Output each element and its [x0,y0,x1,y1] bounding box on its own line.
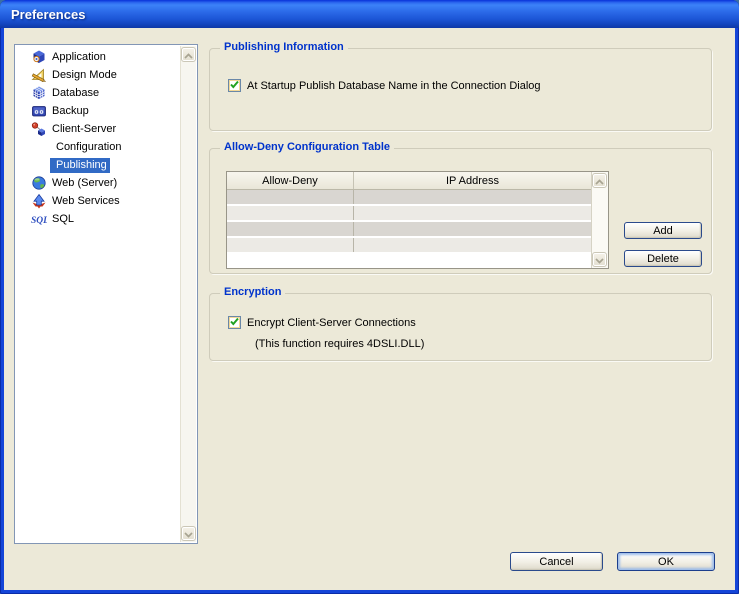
checkmark-icon [229,79,240,93]
table-cell [227,190,354,204]
table-row[interactable] [227,222,591,238]
sidebar-item-publishing[interactable]: Publishing [15,156,179,174]
chevron-up-icon [595,172,604,190]
sidebar-item-sql[interactable]: SQL SQL [15,210,179,228]
backup-icon [31,103,47,119]
scroll-down-button[interactable] [592,252,607,267]
window-title: Preferences [11,7,85,22]
encryption-group: Encryption Encrypt Client-Server Connect… [209,293,712,361]
allow-deny-group: Allow-Deny Configuration Table Allow-Den… [209,148,712,274]
add-button[interactable]: Add [624,222,702,239]
publish-db-name-checkbox[interactable] [228,79,241,92]
sidebar-item-web-services[interactable]: Web Services [15,192,179,210]
sidebar-item-label: SQL [52,213,74,225]
table-cell [354,238,591,252]
title-bar: Preferences [0,0,739,28]
sidebar-item-label: Client-Server [52,123,116,135]
chevron-down-icon [184,525,193,543]
table-cell [354,206,591,220]
sidebar-item-label: Publishing [50,158,110,173]
publishing-information-group: Publishing Information At Startup Publis… [209,48,712,131]
dialog-content: Application Design Mode Database [4,28,735,590]
chevron-down-icon [595,251,604,269]
preferences-tree: Application Design Mode Database [14,44,198,544]
sidebar-item-backup[interactable]: Backup [15,102,179,120]
sidebar-item-label: Web (Server) [52,177,117,189]
table-cell [227,238,354,252]
sidebar-item-label: Configuration [56,141,121,153]
encrypt-connections-checkbox-row[interactable]: Encrypt Client-Server Connections [228,316,416,329]
sidebar-item-label: Application [52,51,106,63]
sql-icon: SQL [31,211,47,227]
sidebar-item-label: Backup [52,105,89,117]
publish-db-name-checkbox-row[interactable]: At Startup Publish Database Name in the … [228,79,541,92]
web-services-icon [31,193,47,209]
scroll-down-button[interactable] [181,526,196,541]
sidebar-item-design-mode[interactable]: Design Mode [15,66,179,84]
design-mode-icon [31,67,47,83]
database-icon [31,85,47,101]
checkbox-label: At Startup Publish Database Name in the … [247,80,541,92]
allow-deny-table-inner: Allow-Deny IP Address [227,172,591,268]
delete-button[interactable]: Delete [624,250,702,267]
table-cell [227,222,354,236]
sidebar-item-configuration[interactable]: Configuration [15,138,179,156]
table-cell [354,222,591,236]
encryption-note: (This function requires 4DSLI.DLL) [255,338,424,350]
table-cell [227,206,354,220]
web-server-icon [31,175,47,191]
group-title: Allow-Deny Configuration Table [220,141,394,153]
sidebar-item-client-server[interactable]: Client-Server [15,120,179,138]
sidebar-item-label: Design Mode [52,69,117,81]
encrypt-connections-checkbox[interactable] [228,316,241,329]
sidebar-item-database[interactable]: Database [15,84,179,102]
checkmark-icon [229,316,240,330]
table-scrollbar[interactable] [591,172,608,268]
table-header: Allow-Deny IP Address [227,172,591,190]
application-icon [31,49,47,65]
scroll-up-button[interactable] [592,173,607,188]
svg-text:SQL: SQL [31,216,47,226]
group-title: Encryption [220,286,285,298]
column-header-ip-address[interactable]: IP Address [354,172,591,189]
sidebar-item-label: Web Services [52,195,120,207]
sidebar-item-label: Database [52,87,99,99]
table-row[interactable] [227,238,591,254]
tree-scrollbar[interactable] [180,46,196,542]
column-header-allow-deny[interactable]: Allow-Deny [227,172,354,189]
scroll-up-button[interactable] [181,47,196,62]
sidebar-item-web-server[interactable]: Web (Server) [15,174,179,192]
table-row[interactable] [227,190,591,206]
chevron-up-icon [184,46,193,64]
group-title: Publishing Information [220,41,348,53]
ok-button[interactable]: OK [617,552,715,571]
allow-deny-table: Allow-Deny IP Address [226,171,609,269]
tree-rows: Application Design Mode Database [15,48,179,228]
table-row[interactable] [227,206,591,222]
preferences-dialog: Preferences Application Design Mode [0,0,739,594]
checkbox-label: Encrypt Client-Server Connections [247,317,416,329]
table-cell [354,190,591,204]
sidebar-item-application[interactable]: Application [15,48,179,66]
cancel-button[interactable]: Cancel [510,552,603,571]
client-server-icon [31,121,47,137]
